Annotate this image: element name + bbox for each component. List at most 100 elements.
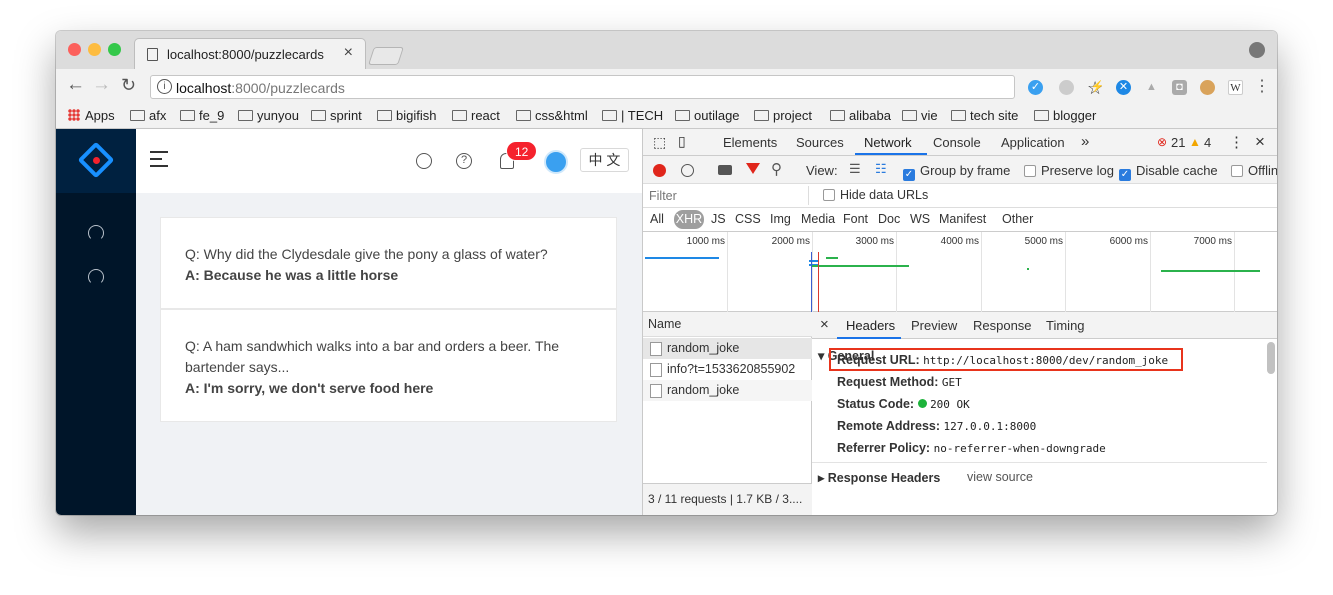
type-doc[interactable]: Doc	[878, 212, 900, 226]
type-img[interactable]: Img	[770, 212, 791, 226]
timeline-gridline	[896, 232, 897, 312]
view-source-link[interactable]: view source	[967, 470, 1033, 484]
help-icon[interactable]: ?	[456, 153, 472, 169]
reload-icon[interactable]: ↻	[121, 75, 136, 95]
response-headers-section-header[interactable]: ▸ Response Headers	[818, 470, 940, 485]
inspect-icon[interactable]: ⬚	[653, 134, 666, 151]
request-row[interactable]: random_joke	[643, 380, 812, 401]
minimize-window-button[interactable]	[88, 43, 101, 56]
tab-preview[interactable]: Preview	[911, 318, 957, 333]
network-overview-timeline[interactable]: 1000 ms 2000 ms 3000 ms 4000 ms 5000 ms …	[643, 232, 1277, 312]
error-count[interactable]: 21	[1171, 135, 1185, 150]
disable-cache-checkbox[interactable]: ✓ Disable cache	[1119, 163, 1218, 181]
devtools-menu-icon[interactable]: ⋮	[1229, 133, 1244, 151]
extension-icon[interactable]: ▲	[1144, 80, 1159, 95]
tab-timing[interactable]: Timing	[1046, 318, 1085, 333]
bookmark-folder[interactable]: yunyou	[238, 108, 299, 123]
language-switch[interactable]: 中 文	[580, 148, 629, 172]
bookmark-folder[interactable]: sprint	[311, 108, 362, 123]
address-bar[interactable]: i localhost:8000/puzzlecards ☆	[150, 75, 1103, 99]
tab-network[interactable]: Network	[864, 135, 912, 150]
timeline-gridline	[812, 232, 813, 312]
back-arrow-icon[interactable]: ←	[66, 75, 85, 95]
app-logo[interactable]	[56, 129, 136, 193]
extension-icon[interactable]: ✕	[1116, 80, 1131, 95]
bookmark-folder[interactable]: css&html	[516, 108, 588, 123]
request-row[interactable]: random_joke	[643, 338, 812, 359]
extension-icon[interactable]	[1059, 80, 1074, 95]
logo-dot-icon	[93, 157, 100, 164]
menu-fold-icon[interactable]	[150, 151, 168, 167]
type-css[interactable]: CSS	[735, 212, 761, 226]
avatar[interactable]	[544, 150, 568, 174]
tab-headers[interactable]: Headers	[846, 318, 895, 333]
maximize-window-button[interactable]	[108, 43, 121, 56]
warning-count[interactable]: 4	[1204, 135, 1211, 150]
more-menu-icon[interactable]: ⋮	[1254, 77, 1270, 97]
group-by-frame-checkbox[interactable]: ✓ Group by frame	[903, 163, 1010, 181]
type-other[interactable]: Other	[1002, 212, 1033, 226]
bookmark-folder[interactable]: react	[452, 108, 500, 123]
bookmark-folder[interactable]: project	[754, 108, 812, 123]
request-row[interactable]: info?t=1533620855902	[643, 359, 812, 380]
close-detail-button[interactable]: ×	[820, 316, 829, 333]
page-icon	[147, 48, 158, 61]
extension-icon[interactable]: ⚡	[1090, 80, 1105, 95]
search-icon[interactable]: ⚲	[771, 160, 782, 178]
search-icon[interactable]	[416, 153, 432, 169]
type-all[interactable]: All	[650, 212, 664, 226]
type-js[interactable]: JS	[711, 212, 726, 226]
type-manifest[interactable]: Manifest	[939, 212, 986, 226]
bookmark-folder[interactable]: outilage	[675, 108, 740, 123]
waterfall-icon[interactable]: ☷	[875, 161, 887, 177]
large-rows-icon[interactable]: ☰	[849, 161, 861, 177]
bookmark-apps[interactable]: Apps	[68, 108, 115, 123]
tab-response[interactable]: Response	[973, 318, 1032, 333]
type-ws[interactable]: WS	[910, 212, 930, 226]
app-main: Q: Why did the Clydesdale give the pony …	[136, 193, 642, 515]
browser-tab[interactable]: localhost:8000/puzzlecards ×	[134, 38, 366, 69]
preserve-log-checkbox[interactable]: Preserve log	[1024, 163, 1114, 178]
type-xhr[interactable]: XHR	[674, 210, 704, 229]
bookmark-folder[interactable]: bigifish	[377, 108, 436, 123]
bookmark-folder[interactable]: afx	[130, 108, 166, 123]
bookmark-folder[interactable]: tech site	[951, 108, 1018, 123]
tab-sources[interactable]: Sources	[796, 135, 844, 150]
name-column-header[interactable]: Name	[643, 312, 812, 337]
bookmark-folder[interactable]: | TECH	[602, 108, 663, 123]
device-toggle-icon[interactable]: ▯	[678, 133, 686, 150]
info-icon[interactable]: i	[157, 79, 172, 94]
dashboard-icon[interactable]	[88, 269, 104, 285]
hide-data-urls-checkbox[interactable]: Hide data URLs	[823, 188, 928, 202]
forward-arrow-icon[interactable]: →	[92, 75, 111, 95]
tab-application[interactable]: Application	[1001, 135, 1065, 150]
filter-input[interactable]	[645, 186, 809, 205]
type-font[interactable]: Font	[843, 212, 868, 226]
type-media[interactable]: Media	[801, 212, 835, 226]
bookmark-folder[interactable]: alibaba	[830, 108, 891, 123]
new-tab-button[interactable]	[368, 47, 404, 65]
tab-console[interactable]: Console	[933, 135, 981, 150]
app-header: ? 12 中 文	[136, 129, 642, 193]
extension-icon[interactable]: ◘	[1172, 80, 1187, 95]
close-devtools-button[interactable]: ×	[1255, 132, 1265, 152]
cookie-icon[interactable]	[1200, 80, 1215, 95]
wikipedia-icon[interactable]: W	[1228, 80, 1243, 95]
capture-screenshots-icon[interactable]	[718, 165, 732, 175]
more-tabs-button[interactable]: »	[1081, 133, 1089, 150]
dashboard-icon[interactable]	[88, 225, 104, 241]
filter-icon[interactable]	[746, 163, 760, 174]
profile-icon[interactable]	[1249, 42, 1265, 58]
record-button[interactable]	[653, 164, 666, 177]
extension-icon[interactable]: ✓	[1028, 80, 1043, 95]
offline-checkbox[interactable]: Offlin	[1231, 163, 1277, 178]
bookmark-folder[interactable]: vie	[902, 108, 938, 123]
tab-elements[interactable]: Elements	[723, 135, 777, 150]
clear-icon[interactable]	[681, 164, 694, 177]
scrollbar[interactable]	[1267, 342, 1275, 374]
close-tab-icon[interactable]: ×	[344, 44, 353, 62]
folder-icon	[238, 110, 253, 121]
bookmark-folder[interactable]: fe_9	[180, 108, 224, 123]
bookmark-folder[interactable]: blogger	[1034, 108, 1096, 123]
close-window-button[interactable]	[68, 43, 81, 56]
